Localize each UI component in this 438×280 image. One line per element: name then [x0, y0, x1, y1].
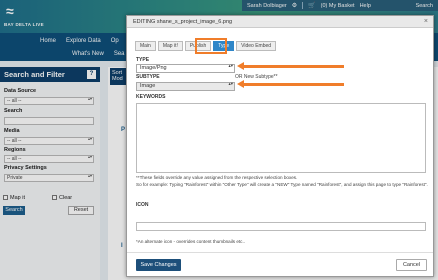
- edit-modal: EDITING shane_s_project_image_6.png × Ma…: [126, 15, 434, 277]
- keywords-textarea[interactable]: [136, 103, 426, 173]
- save-changes-button[interactable]: Save Changes: [136, 259, 181, 271]
- subtype-label: SUBTYPE: [136, 74, 160, 80]
- override-note: **These fields override any value assign…: [136, 175, 298, 180]
- tab-main[interactable]: Main: [135, 41, 156, 51]
- subtype-select[interactable]: Image: [136, 82, 235, 91]
- icon-note: *An alternate icon - overrides content t…: [136, 239, 246, 244]
- close-icon[interactable]: ×: [424, 18, 428, 25]
- cancel-button[interactable]: Cancel: [396, 259, 427, 271]
- divider: [127, 252, 433, 253]
- tab-map-it[interactable]: Map it!: [157, 41, 183, 51]
- icon-input[interactable]: [136, 222, 426, 231]
- keywords-label: KEYWORDS: [136, 94, 166, 100]
- tab-video-embed[interactable]: Video Embed: [236, 41, 277, 51]
- annotation-arrow-subtype: [237, 80, 344, 88]
- tab-highlight-box: [195, 38, 227, 54]
- example-note: So for example: Typing "Rainforest" with…: [136, 182, 428, 187]
- modal-title: EDITING shane_s_project_image_6.png: [127, 16, 433, 28]
- type-select[interactable]: Image/Png: [136, 64, 235, 73]
- type-label: TYPE: [136, 57, 150, 63]
- icon-label: ICON: [136, 202, 149, 208]
- annotation-arrow-type: [237, 62, 344, 70]
